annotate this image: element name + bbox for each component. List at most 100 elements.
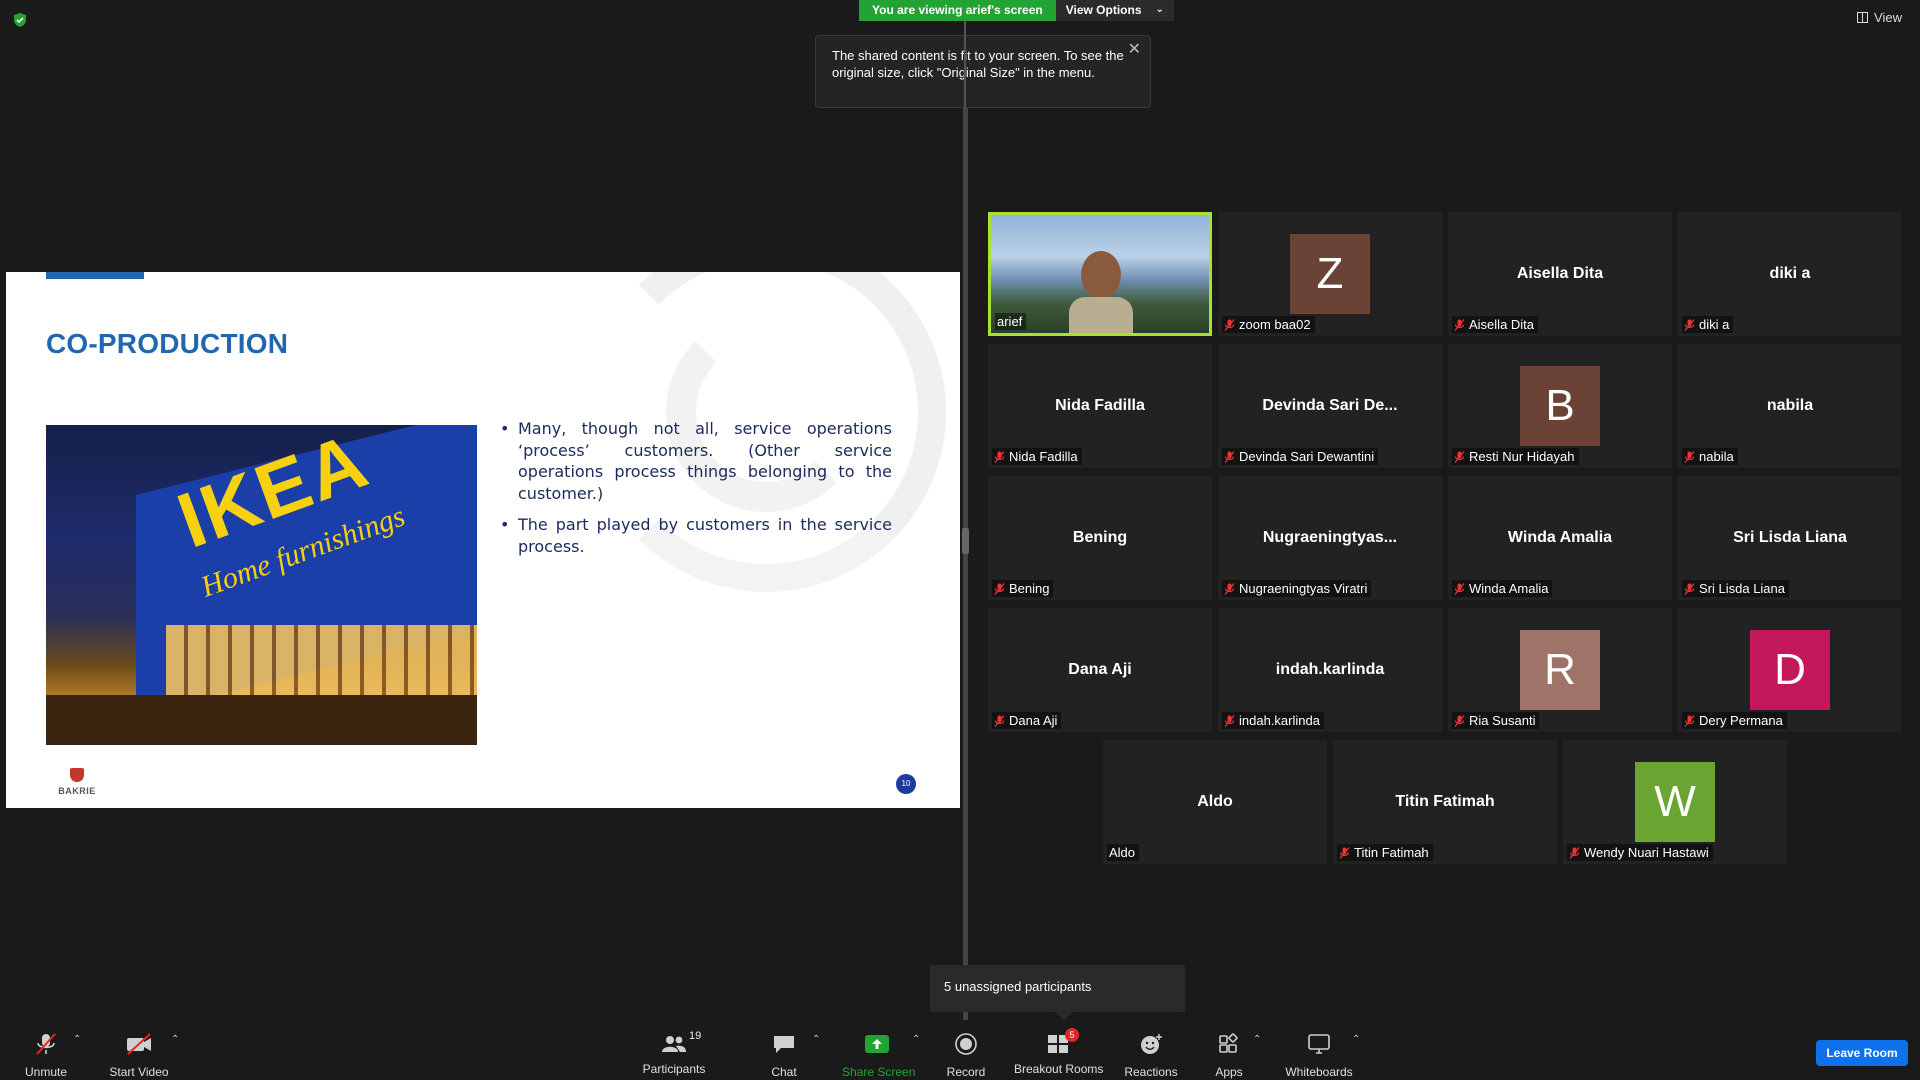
apps-button[interactable]: Apps bbox=[1214, 1032, 1244, 1079]
participant-tile[interactable]: Titin Fatimah Titin Fatimah bbox=[1333, 740, 1557, 864]
participant-display-name: Sri Lisda Liana bbox=[1733, 529, 1847, 546]
close-icon[interactable]: ✕ bbox=[1128, 41, 1141, 58]
reactions-label: Reactions bbox=[1124, 1065, 1178, 1079]
breakout-rooms-label: Breakout Rooms bbox=[1014, 1062, 1104, 1076]
muted-mic-icon bbox=[1684, 450, 1695, 463]
breakout-rooms-icon: 5 bbox=[1043, 1028, 1079, 1056]
participant-tile[interactable]: B Resti Nur Hidayah bbox=[1448, 344, 1672, 468]
participant-name: Nugraeningtyas Viratri bbox=[1239, 581, 1368, 596]
apps-options-chevron-icon[interactable]: ⌃ bbox=[1253, 1034, 1261, 1045]
participant-name-label: Winda Amalia bbox=[1452, 580, 1553, 597]
muted-mic-icon bbox=[1684, 318, 1695, 331]
view-options-label: View Options bbox=[1065, 3, 1142, 17]
divider-grip-handle[interactable] bbox=[962, 528, 969, 554]
unassigned-participants-popup[interactable]: 5 unassigned participants bbox=[930, 965, 1185, 1012]
participant-tile[interactable]: Nida Fadilla Nida Fadilla bbox=[988, 344, 1212, 468]
logo-text: BAKRIE bbox=[58, 786, 96, 796]
breakout-rooms-button[interactable]: 5 Breakout Rooms bbox=[1014, 1028, 1104, 1076]
split-divider[interactable] bbox=[963, 108, 968, 1030]
view-options-button[interactable]: View Options ⌄ bbox=[1055, 0, 1174, 21]
participant-name: arief bbox=[997, 314, 1023, 329]
view-label: View bbox=[1874, 10, 1902, 25]
participant-tile[interactable]: Aisella Dita Aisella Dita bbox=[1448, 212, 1672, 336]
participant-tile[interactable]: Aldo Aldo bbox=[1103, 740, 1327, 864]
participant-avatar: R bbox=[1520, 630, 1600, 710]
participants-label: Participants bbox=[642, 1062, 706, 1076]
muted-mic-icon bbox=[1684, 582, 1695, 595]
grid-view-icon bbox=[1857, 12, 1869, 23]
breakout-count-badge: 5 bbox=[1065, 1028, 1079, 1042]
participant-display-name: Titin Fatimah bbox=[1395, 793, 1495, 810]
participant-tile[interactable]: arief bbox=[988, 212, 1212, 336]
chat-options-chevron-icon[interactable]: ⌃ bbox=[812, 1034, 820, 1045]
participant-tile[interactable]: Winda Amalia Winda Amalia bbox=[1448, 476, 1672, 600]
video-options-chevron-icon[interactable]: ⌃ bbox=[171, 1034, 179, 1045]
chevron-down-icon: ⌄ bbox=[1155, 4, 1164, 15]
participant-name: Nida Fadilla bbox=[1009, 449, 1078, 464]
participant-tile[interactable]: indah.karlinda indah.karlinda bbox=[1218, 608, 1442, 732]
slide-title: CO-PRODUCTION bbox=[46, 328, 289, 359]
participant-name-label: Wendy Nuari Hastawi bbox=[1567, 844, 1713, 861]
slide-accent-bar bbox=[46, 272, 144, 279]
participant-avatar: B bbox=[1520, 366, 1600, 446]
audio-options-chevron-icon[interactable]: ⌃ bbox=[73, 1034, 81, 1045]
participant-name: Aldo bbox=[1109, 845, 1136, 860]
share-screen-icon bbox=[865, 1035, 889, 1053]
participant-name-label: arief bbox=[995, 313, 1027, 330]
participant-avatar: Z bbox=[1290, 234, 1370, 314]
share-screen-button[interactable]: Share Screen bbox=[842, 1032, 915, 1079]
share-options-chevron-icon[interactable]: ⌃ bbox=[912, 1034, 920, 1045]
view-button[interactable]: View bbox=[1857, 10, 1902, 25]
participant-name: Winda Amalia bbox=[1469, 581, 1549, 596]
participant-tile[interactable]: Bening Bening bbox=[988, 476, 1212, 600]
record-button[interactable]: Record bbox=[945, 1032, 987, 1079]
slide-page-number: 10 bbox=[896, 774, 916, 794]
divider-line bbox=[964, 21, 966, 108]
university-logo: BAKRIE bbox=[52, 768, 102, 800]
unmute-button[interactable]: Unmute bbox=[20, 1032, 72, 1079]
participant-name: Aisella Dita bbox=[1469, 317, 1535, 332]
participant-name: Dery Permana bbox=[1699, 713, 1783, 728]
participant-name-label: Bening bbox=[992, 580, 1054, 597]
participant-tile[interactable]: Devinda Sari De... Devinda Sari Dewantini bbox=[1218, 344, 1442, 468]
viewing-status: You are viewing arief's screen bbox=[859, 0, 1056, 21]
participant-display-name: Dana Aji bbox=[1068, 661, 1132, 678]
muted-mic-icon bbox=[1454, 318, 1465, 331]
participant-tile[interactable]: Sri Lisda Liana Sri Lisda Liana bbox=[1678, 476, 1902, 600]
participant-name: Dana Aji bbox=[1009, 713, 1058, 728]
participant-display-name: Aldo bbox=[1197, 793, 1233, 810]
participant-tile[interactable]: D Dery Permana bbox=[1678, 608, 1902, 732]
participant-name-label: Dana Aji bbox=[992, 712, 1062, 729]
shared-screen-slide: CO-PRODUCTION IKEA Home furnishings Many… bbox=[6, 272, 960, 808]
muted-mic-icon bbox=[1569, 846, 1580, 859]
participant-tile[interactable]: W Wendy Nuari Hastawi bbox=[1563, 740, 1787, 864]
slide-bullet: Many, though not all, service operations… bbox=[500, 418, 892, 504]
start-video-button[interactable]: Start Video bbox=[106, 1032, 172, 1079]
participant-display-name: nabila bbox=[1766, 397, 1814, 414]
whiteboards-button[interactable]: Whiteboards bbox=[1284, 1032, 1354, 1079]
muted-mic-icon bbox=[1224, 450, 1235, 463]
video-off-icon bbox=[127, 1033, 151, 1055]
participant-tile[interactable]: Dana Aji Dana Aji bbox=[988, 608, 1212, 732]
participants-button[interactable]: 19 Participants bbox=[640, 1030, 708, 1076]
participant-name: Devinda Sari Dewantini bbox=[1239, 449, 1375, 464]
participant-name-label: Nugraeningtyas Viratri bbox=[1222, 580, 1372, 597]
leave-room-button[interactable]: Leave Room bbox=[1816, 1040, 1908, 1066]
chat-button[interactable]: Chat bbox=[766, 1032, 802, 1079]
participant-tile[interactable]: Nugraeningtyas... Nugraeningtyas Viratri bbox=[1218, 476, 1442, 600]
participant-tile[interactable]: diki a diki a bbox=[1678, 212, 1902, 336]
whiteboards-options-chevron-icon[interactable]: ⌃ bbox=[1352, 1034, 1360, 1045]
participant-tile[interactable]: Zzoom baa02 bbox=[1218, 212, 1442, 336]
participant-name-label: Dery Permana bbox=[1682, 712, 1787, 729]
chat-label: Chat bbox=[771, 1065, 797, 1079]
participant-tile[interactable]: R Ria Susanti bbox=[1448, 608, 1672, 732]
security-shield-icon[interactable] bbox=[12, 12, 28, 28]
chat-icon bbox=[774, 1036, 794, 1053]
participant-tile[interactable]: nabila nabila bbox=[1678, 344, 1902, 468]
participant-name-label: Ria Susanti bbox=[1452, 712, 1540, 729]
logo-shield-icon bbox=[70, 768, 84, 782]
participant-display-name: Nugraeningtyas... bbox=[1262, 529, 1398, 546]
reactions-button[interactable]: Reactions bbox=[1124, 1032, 1178, 1079]
participant-display-name: indah.karlinda bbox=[1275, 661, 1385, 678]
participant-name: Sri Lisda Liana bbox=[1699, 581, 1785, 596]
